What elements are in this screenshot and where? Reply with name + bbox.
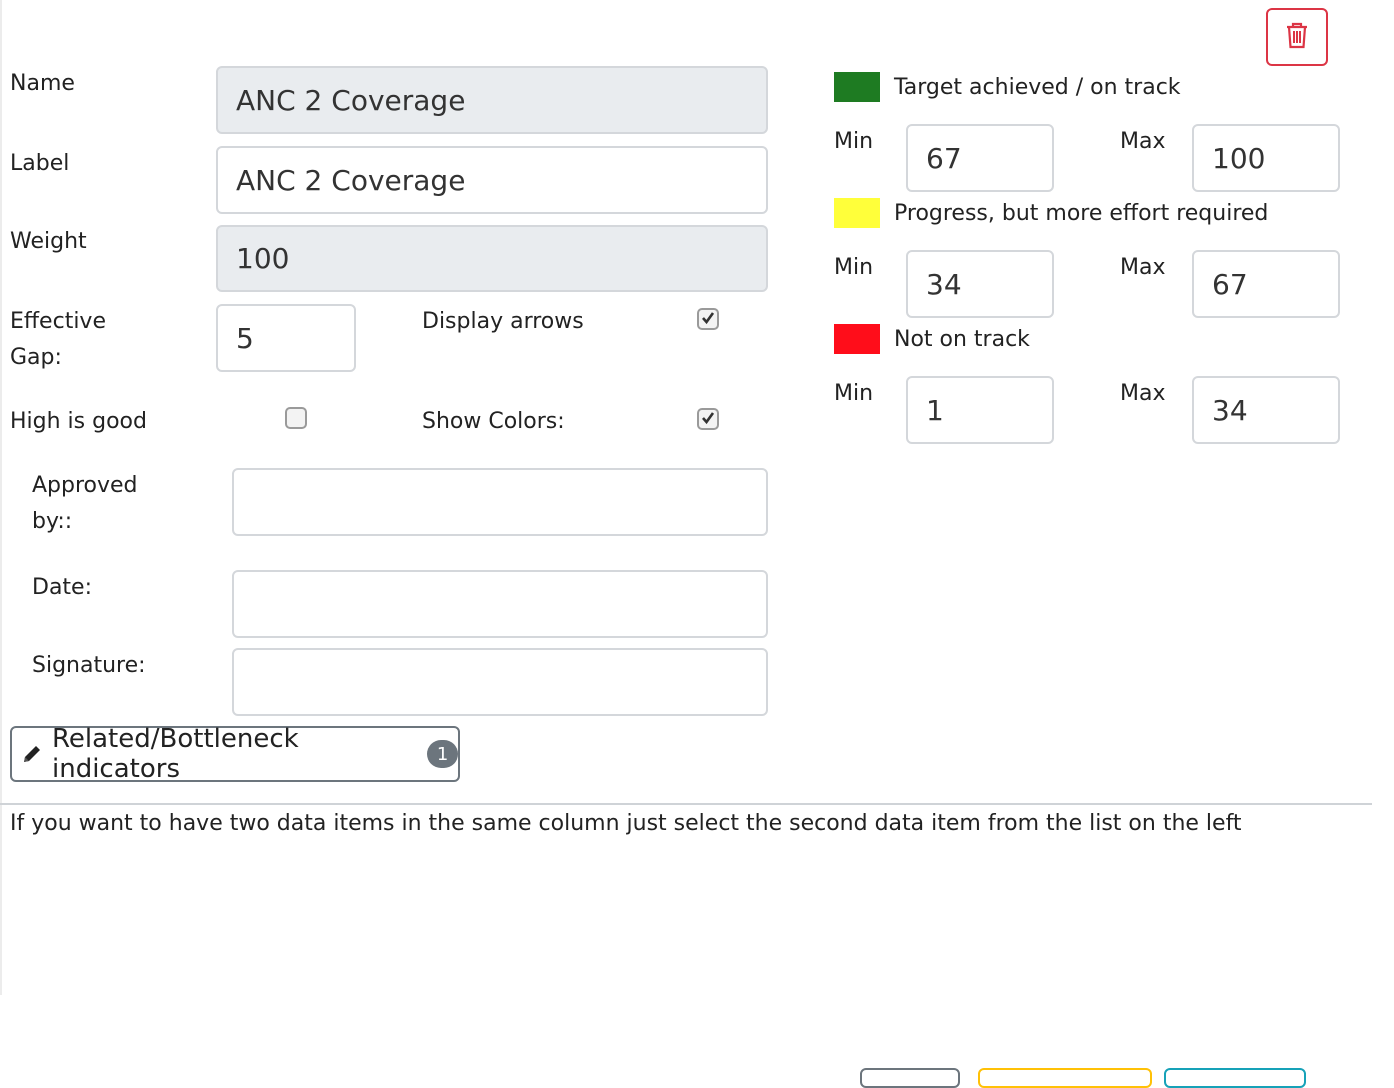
delete-button[interactable] bbox=[1266, 8, 1328, 66]
display-arrows-label: Display arrows bbox=[422, 309, 584, 334]
effective-gap-label-line2: Gap: bbox=[10, 345, 62, 370]
effective-gap-label-line1: Effective bbox=[10, 309, 106, 334]
weight-field[interactable] bbox=[216, 225, 768, 292]
check-icon bbox=[701, 410, 715, 429]
threshold-label-not-on-track: Not on track bbox=[894, 327, 1030, 352]
show-colors-checkbox[interactable] bbox=[697, 408, 719, 430]
threshold-label-progress: Progress, but more effort required bbox=[894, 201, 1269, 226]
date-label: Date: bbox=[32, 575, 92, 600]
high-is-good-label: High is good bbox=[10, 409, 147, 434]
min-label: Min bbox=[834, 129, 874, 154]
section-divider bbox=[0, 803, 1372, 805]
trash-icon bbox=[1284, 21, 1310, 53]
footer-button-info[interactable] bbox=[1164, 1068, 1306, 1088]
name-field[interactable] bbox=[216, 66, 768, 134]
footer-button-warning[interactable] bbox=[978, 1068, 1152, 1088]
progress-max-field[interactable] bbox=[1192, 250, 1340, 318]
effective-gap-field[interactable] bbox=[216, 304, 356, 372]
min-label: Min bbox=[834, 381, 874, 406]
panel-left-edge bbox=[0, 0, 2, 995]
related-indicators-label: Related/Bottleneck indicators bbox=[52, 724, 299, 784]
approved-by-field[interactable] bbox=[232, 468, 768, 536]
footer-button-secondary[interactable] bbox=[860, 1068, 960, 1088]
show-colors-label: Show Colors: bbox=[422, 409, 565, 434]
not-on-track-min-field[interactable] bbox=[906, 376, 1054, 444]
on-track-max-field[interactable] bbox=[1192, 124, 1340, 192]
name-label: Name bbox=[10, 71, 75, 96]
hint-text: If you want to have two data items in th… bbox=[10, 811, 1242, 836]
related-indicators-button[interactable]: Related/Bottleneck indicators 1 bbox=[10, 724, 460, 784]
date-field[interactable] bbox=[232, 570, 768, 638]
approved-by-label-line2: by:: bbox=[32, 509, 73, 534]
max-label: Max bbox=[1120, 129, 1166, 154]
display-arrows-checkbox[interactable] bbox=[697, 308, 719, 330]
pencil-icon bbox=[20, 742, 44, 766]
weight-label: Weight bbox=[10, 229, 87, 254]
not-on-track-max-field[interactable] bbox=[1192, 376, 1340, 444]
progress-min-field[interactable] bbox=[906, 250, 1054, 318]
threshold-color-green bbox=[834, 72, 880, 102]
threshold-color-yellow bbox=[834, 198, 880, 228]
signature-label: Signature: bbox=[32, 653, 146, 678]
threshold-label-on-track: Target achieved / on track bbox=[894, 75, 1181, 100]
check-icon bbox=[701, 310, 715, 329]
label-field[interactable] bbox=[216, 146, 768, 214]
min-label: Min bbox=[834, 255, 874, 280]
label-label: Label bbox=[10, 151, 70, 176]
max-label: Max bbox=[1120, 255, 1166, 280]
high-is-good-checkbox[interactable] bbox=[285, 407, 307, 429]
related-count-badge: 1 bbox=[427, 740, 458, 768]
on-track-min-field[interactable] bbox=[906, 124, 1054, 192]
approved-by-label-line1: Approved bbox=[32, 473, 138, 498]
max-label: Max bbox=[1120, 381, 1166, 406]
threshold-color-red bbox=[834, 324, 880, 354]
signature-field[interactable] bbox=[232, 648, 768, 716]
